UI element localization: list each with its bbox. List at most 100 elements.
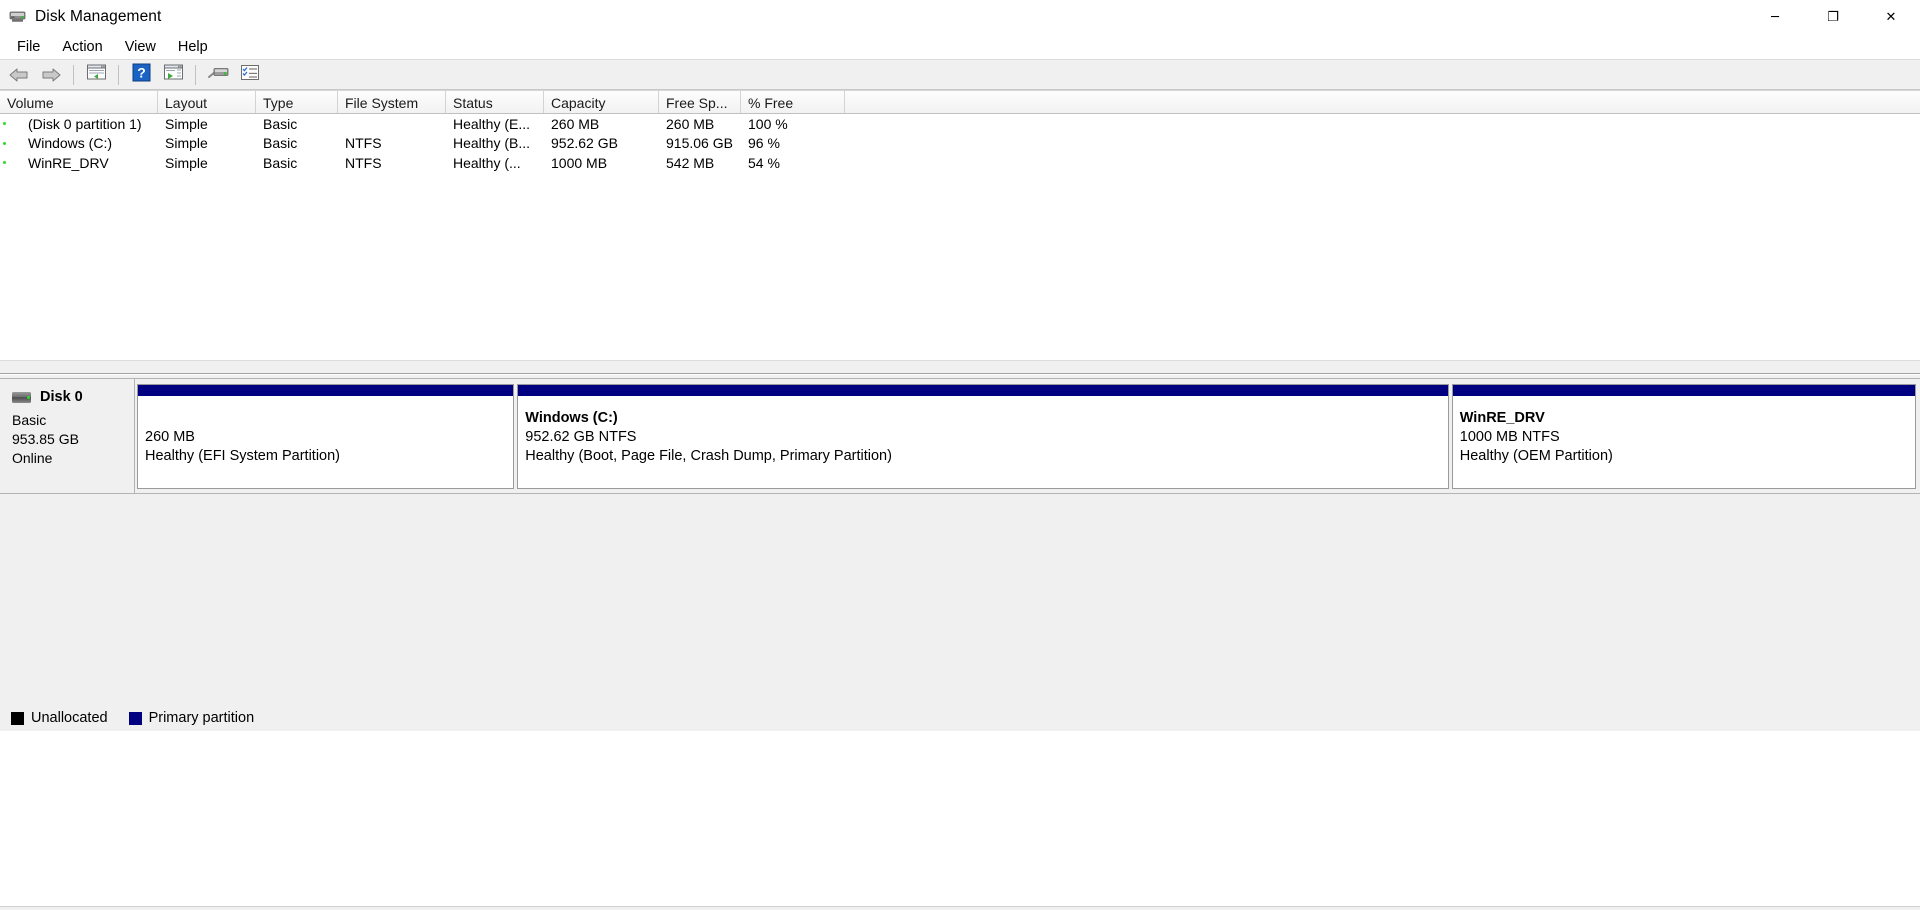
partition-block[interactable]: WinRE_DRV 1000 MB NTFS Healthy (OEM Partit… — [1451, 384, 1916, 489]
partition-name: WinRE_DRV — [1459, 410, 1545, 426]
volume-drive-icon — [7, 138, 23, 149]
disk-drive-icon — [12, 391, 31, 403]
column-header-file-system[interactable]: File System — [338, 91, 446, 113]
column-header-status[interactable]: Status — [446, 91, 544, 113]
cell-volume-label: (Disk 0 partition 1) — [28, 115, 142, 132]
legend-label: Primary partition — [148, 710, 255, 726]
disk-name: Disk 0 — [40, 389, 83, 405]
partition-body: WinRE_DRV 1000 MB NTFS Healthy (OEM Partit… — [1452, 397, 1915, 488]
show-hide-console-tree-button[interactable] — [81, 62, 111, 88]
partition-status: Healthy (OEM Partition) — [1459, 448, 1613, 464]
partition-size: 952.62 GB NTFS — [525, 429, 637, 445]
show-hide-action-pane-button[interactable] — [158, 62, 188, 88]
cell-volume: Windows (C:) — [0, 134, 158, 154]
graphical-empty-area — [0, 494, 1920, 704]
minimize-icon: ─ — [1771, 9, 1779, 25]
volume-list-horizontal-scrollbar[interactable] — [0, 360, 1920, 373]
disk-info-panel[interactable]: Disk 0 Basic 953.85 GB Online — [0, 379, 135, 493]
properties-list-icon — [240, 64, 260, 86]
volume-list-body: (Disk 0 partition 1) Simple Basic Healthy (… — [0, 114, 1920, 173]
rescan-disks-button[interactable] — [203, 62, 233, 88]
menu-file[interactable]: File — [6, 36, 51, 58]
legend-unallocated: Unallocated — [11, 710, 108, 726]
disk-rows-container: Disk 0 Basic 953.85 GB Online 260 MB Healthy… — [0, 379, 1920, 494]
partition-block[interactable]: Windows (C:) 952.62 GB NTFS Healthy (Boot,… — [517, 384, 1449, 489]
column-header-free-sp[interactable]: Free Sp... — [659, 91, 741, 113]
cell-file-system: NTFS — [345, 154, 382, 171]
back-arrow-icon — [8, 67, 30, 83]
toolbar-separator — [195, 64, 196, 85]
disk-state: Online — [12, 450, 53, 466]
toolbar-separator — [118, 64, 119, 85]
legend-color-swatch — [128, 711, 142, 725]
menu-view[interactable]: View — [114, 36, 167, 58]
window-title: Disk Management — [35, 8, 162, 25]
legend-primary-partition: Primary partition — [128, 710, 255, 726]
console-tree-icon — [86, 63, 107, 86]
menu-help[interactable]: Help — [167, 36, 219, 58]
back-button[interactable] — [4, 62, 34, 88]
partition-size: 260 MB — [145, 429, 195, 445]
partition-size: 1000 MB NTFS — [1459, 429, 1560, 445]
close-button[interactable]: ✕ — [1862, 0, 1920, 34]
toolbar: ? — [0, 60, 1920, 90]
column-header-free[interactable]: % Free — [741, 91, 845, 113]
forward-arrow-icon — [40, 67, 62, 83]
window-caption-buttons: ─ ❐ ✕ — [1746, 0, 1920, 34]
cell-status: Healthy (B... — [453, 135, 531, 152]
cell-percent-free: 54 % — [748, 154, 780, 171]
disk-title: Disk 0 — [12, 389, 134, 405]
volume-drive-icon — [7, 118, 23, 129]
volume-list-header: Volume Layout Type File System Status Capacit… — [0, 90, 1920, 114]
column-header-layout[interactable]: Layout — [158, 91, 256, 113]
partition-name-blank — [145, 409, 506, 428]
volume-list-pane: Volume Layout Type File System Status Capacit… — [0, 90, 1920, 374]
help-button[interactable]: ? — [126, 62, 156, 88]
column-header-capacity[interactable]: Capacity — [544, 91, 659, 113]
cell-capacity: 260 MB — [551, 115, 600, 132]
cell-file-system: NTFS — [345, 135, 382, 152]
partition-status: Healthy (EFI System Partition) — [145, 448, 340, 464]
table-row[interactable]: Windows (C:) Simple Basic NTFS Healthy (B...… — [0, 134, 1920, 154]
column-header-volume[interactable]: Volume — [0, 91, 158, 113]
menu-action[interactable]: Action — [51, 36, 113, 58]
partition-name: Windows (C:) — [525, 410, 618, 426]
cell-type: Basic — [263, 154, 298, 171]
volume-drive-icon — [7, 157, 23, 168]
cell-status: Healthy (... — [453, 154, 521, 171]
cell-type: Basic — [263, 115, 298, 132]
legend: Unallocated Primary partition — [0, 705, 269, 731]
partitions-container: 260 MB Healthy (EFI System Partition) Wind… — [135, 379, 1920, 493]
column-header-type[interactable]: Type — [256, 91, 338, 113]
partition-block[interactable]: 260 MB Healthy (EFI System Partition) — [137, 384, 515, 489]
partition-status: Healthy (Boot, Page File, Crash Dump, Pr… — [525, 448, 892, 464]
status-bar — [0, 906, 1920, 910]
cell-layout: Simple — [165, 154, 208, 171]
table-row[interactable]: WinRE_DRV Simple Basic NTFS Healthy (... 1000… — [0, 153, 1920, 173]
maximize-icon: ❐ — [1827, 9, 1839, 25]
partition-body: 260 MB Healthy (EFI System Partition) — [138, 397, 514, 488]
cell-volume: WinRE_DRV — [0, 153, 158, 173]
cell-layout: Simple — [165, 135, 208, 152]
partition-color-bar — [1452, 385, 1915, 397]
table-row[interactable]: (Disk 0 partition 1) Simple Basic Healthy (… — [0, 114, 1920, 134]
cell-free-space: 542 MB — [666, 154, 715, 171]
partition-body: Windows (C:) 952.62 GB NTFS Healthy (Boot,… — [518, 397, 1448, 488]
properties-button[interactable] — [235, 62, 265, 88]
legend-label: Unallocated — [31, 710, 108, 726]
cell-file-system — [338, 114, 446, 134]
cell-volume-label: Windows (C:) — [28, 135, 113, 152]
cell-capacity: 1000 MB — [551, 154, 608, 171]
minimize-button[interactable]: ─ — [1746, 0, 1804, 34]
partition-color-bar — [518, 385, 1448, 397]
cell-status: Healthy (E... — [453, 115, 531, 132]
legend-color-swatch — [11, 711, 24, 725]
maximize-button[interactable]: ❐ — [1804, 0, 1862, 34]
action-pane-icon — [163, 63, 184, 86]
toolbar-separator — [73, 64, 74, 85]
disk-type: Basic — [12, 412, 47, 428]
column-header-blank[interactable] — [845, 91, 1920, 113]
forward-button[interactable] — [36, 62, 66, 88]
partition-color-bar — [138, 385, 514, 397]
menu-bar: File Action View Help — [0, 34, 1920, 60]
